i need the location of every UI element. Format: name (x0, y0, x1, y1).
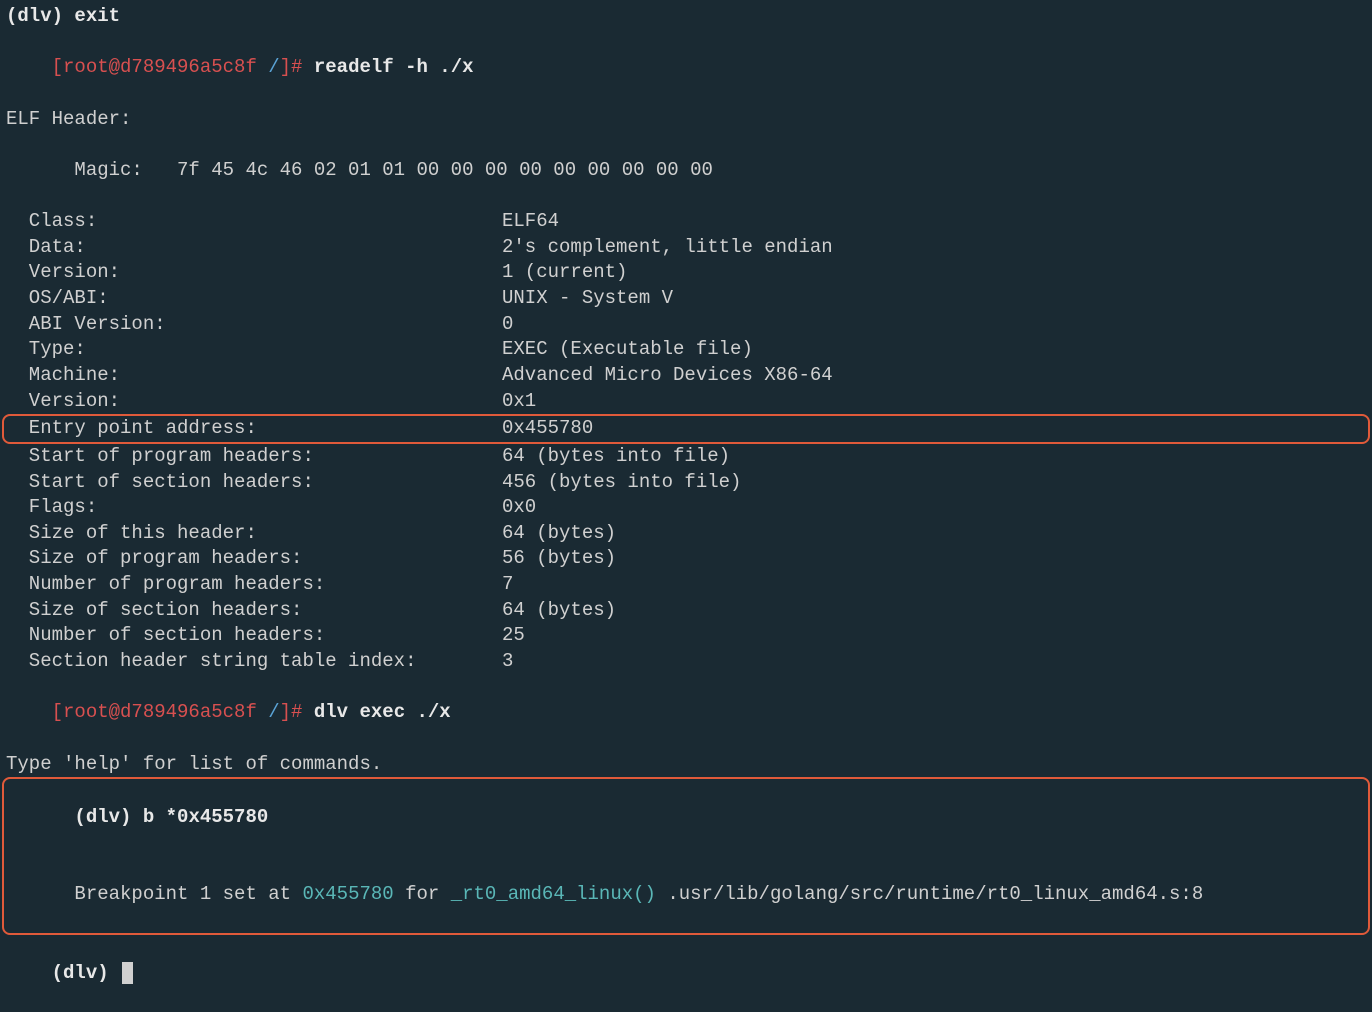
elf-field-value: Advanced Micro Devices X86-64 (502, 363, 833, 389)
prompt-suffix: ]# (280, 701, 314, 723)
elf-field-value: 25 (502, 623, 525, 649)
elf-field-label: Type: (6, 337, 502, 363)
dlv-prompt-waiting[interactable]: (dlv) (6, 935, 1366, 1012)
elf-field-row: Flags:0x0 (6, 495, 1366, 521)
shell-prompt-1: [root@d789496a5c8f /]# readelf -h ./x (6, 30, 1366, 107)
elf-field-row: Number of program headers:7 (6, 572, 1366, 598)
elf-field-row: Start of section headers:456 (bytes into… (6, 470, 1366, 496)
elf-field-value: UNIX - System V (502, 286, 673, 312)
elf-field-label: Size of section headers: (6, 598, 502, 624)
elf-field-row: Start of program headers:64 (bytes into … (6, 444, 1366, 470)
elf-field-row: Size of section headers:64 (bytes) (6, 598, 1366, 624)
elf-field-label: Size of this header: (6, 521, 502, 547)
elf-field-row: OS/ABI:UNIX - System V (6, 286, 1366, 312)
elf-field-row: Data:2's complement, little endian (6, 235, 1366, 261)
dlv-prompt: (dlv) (74, 806, 142, 828)
elf-field-label: Data: (6, 235, 502, 261)
bp-address: 0x455780 (302, 883, 393, 905)
elf-field-label: Number of program headers: (6, 572, 502, 598)
command-text: readelf -h ./x (314, 56, 474, 78)
prompt-suffix: ]# (280, 56, 314, 78)
elf-field-value: 2's complement, little endian (502, 235, 833, 261)
elf-field-row: Class:ELF64 (6, 209, 1366, 235)
elf-field-label: Machine: (6, 363, 502, 389)
elf-field-row: Type:EXEC (Executable file) (6, 337, 1366, 363)
bp-location: .usr/lib/golang/src/runtime/rt0_linux_am… (656, 883, 1203, 905)
elf-field-value: EXEC (Executable file) (502, 337, 753, 363)
elf-field-label: Version: (6, 389, 502, 415)
elf-field-row: Size of program headers:56 (bytes) (6, 546, 1366, 572)
dlv-command: b *0x455780 (143, 806, 268, 828)
bp-prefix: Breakpoint 1 set at (74, 883, 302, 905)
elf-header-title: ELF Header: (6, 107, 1366, 133)
elf-field-label: Start of program headers: (6, 444, 502, 470)
prompt-path: / (268, 56, 279, 78)
highlight-breakpoint: (dlv) b *0x455780 Breakpoint 1 set at 0x… (2, 777, 1370, 935)
elf-field-row: Version:1 (current) (6, 260, 1366, 286)
elf-field-label: Number of section headers: (6, 623, 502, 649)
elf-field-label: Section header string table index: (6, 649, 502, 675)
highlight-entry-point: Entry point address:0x455780 (2, 414, 1370, 444)
elf-field-row: ABI Version:0 (6, 312, 1366, 338)
elf-field-label: Version: (6, 260, 502, 286)
elf-magic-row: Magic: 7f 45 4c 46 02 01 01 00 00 00 00 … (6, 132, 1366, 209)
elf-entry-value: 0x455780 (502, 416, 593, 442)
elf-field-value: 7 (502, 572, 513, 598)
elf-field-value: 64 (bytes into file) (502, 444, 730, 470)
bp-function: _rt0_amd64_linux() (451, 883, 656, 905)
prompt-path: / (268, 701, 279, 723)
elf-field-label: Size of program headers: (6, 546, 502, 572)
elf-field-label: OS/ABI: (6, 286, 502, 312)
elf-field-value: 0x0 (502, 495, 536, 521)
dlv-help-hint: Type 'help' for list of commands. (6, 752, 1366, 778)
elf-field-label: ABI Version: (6, 312, 502, 338)
prompt-user: [root@d789496a5c8f (52, 56, 269, 78)
elf-field-label: Flags: (6, 495, 502, 521)
elf-field-value: 0x1 (502, 389, 536, 415)
elf-field-value: 3 (502, 649, 513, 675)
terminal-output[interactable]: (dlv) exit [root@d789496a5c8f /]# readel… (6, 4, 1366, 1012)
dlv-prompt-line: (dlv) b *0x455780 (6, 779, 1366, 856)
elf-field-value: ELF64 (502, 209, 559, 235)
elf-field-value: 64 (bytes) (502, 521, 616, 547)
elf-magic-label: Magic: (52, 159, 177, 181)
command-text: dlv exec ./x (314, 701, 451, 723)
elf-field-value: 456 (bytes into file) (502, 470, 741, 496)
elf-field-value: 56 (bytes) (502, 546, 616, 572)
elf-field-value: 0 (502, 312, 513, 338)
prompt-user: [root@d789496a5c8f (52, 701, 269, 723)
elf-field-row: Number of section headers:25 (6, 623, 1366, 649)
elf-magic-value: 7f 45 4c 46 02 01 01 00 00 00 00 00 00 0… (177, 159, 724, 181)
elf-field-row: Size of this header:64 (bytes) (6, 521, 1366, 547)
dlv-prompt: (dlv) (52, 962, 120, 984)
elf-field-value: 1 (current) (502, 260, 627, 286)
elf-entry-row: Entry point address:0x455780 (6, 416, 1366, 442)
elf-entry-label: Entry point address: (6, 416, 502, 442)
elf-field-value: 64 (bytes) (502, 598, 616, 624)
bp-for: for (394, 883, 451, 905)
elf-field-label: Class: (6, 209, 502, 235)
prev-exit-line: (dlv) exit (6, 4, 1366, 30)
breakpoint-set-line: Breakpoint 1 set at 0x455780 for _rt0_am… (6, 856, 1366, 933)
elf-field-row: Section header string table index:3 (6, 649, 1366, 675)
elf-field-row: Version:0x1 (6, 389, 1366, 415)
shell-prompt-2: [root@d789496a5c8f /]# dlv exec ./x (6, 675, 1366, 752)
elf-field-row: Machine:Advanced Micro Devices X86-64 (6, 363, 1366, 389)
elf-field-label: Start of section headers: (6, 470, 502, 496)
cursor (122, 962, 133, 984)
